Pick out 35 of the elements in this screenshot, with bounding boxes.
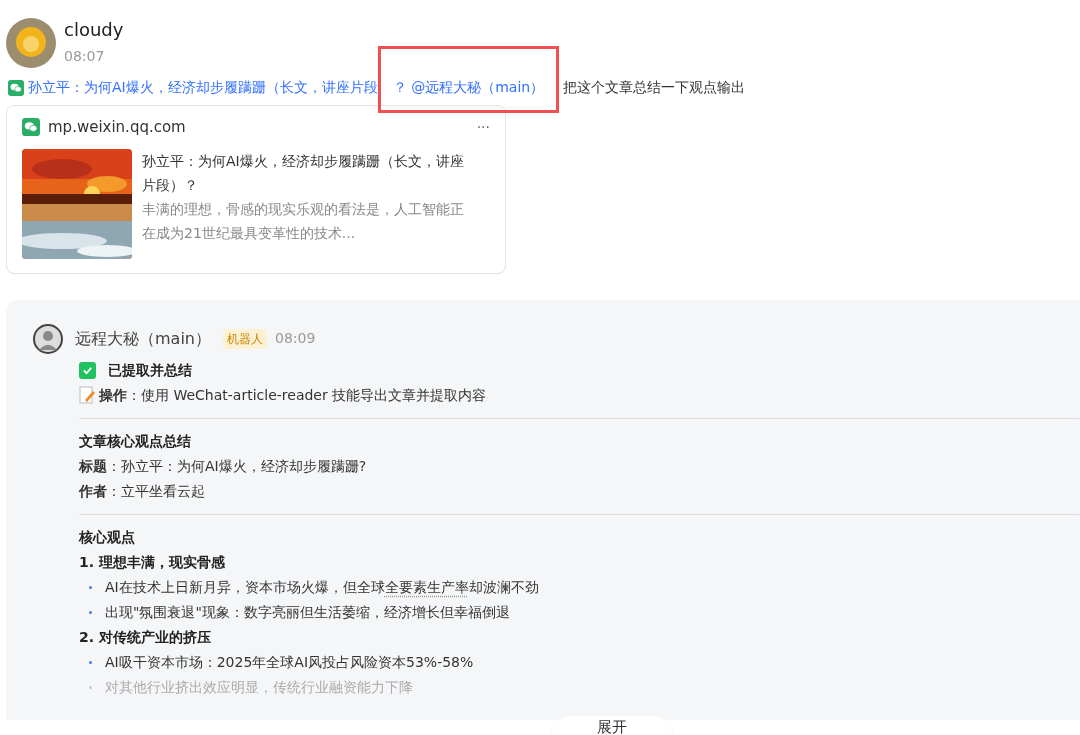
sender-name: cloudy: [64, 18, 124, 42]
card-domain: mp.weixin.qq.com: [48, 117, 186, 138]
bullet-text: 对其他行业挤出效应明显，传统行业融资能力下降: [105, 677, 413, 697]
status-text: 已提取并总结: [108, 360, 192, 380]
bullet-icon: [89, 685, 92, 689]
message-time: 08:09: [275, 329, 316, 348]
wechat-icon: [8, 79, 24, 96]
summary-field: 标题：孙立平：为何AI爆火，经济却步履蹒跚?: [79, 453, 1080, 479]
article-link[interactable]: 孙立平：为何AI爆火，经济却步履蹒跚（长文，讲座片段: [28, 77, 378, 98]
expand-button[interactable]: 展开: [552, 716, 672, 735]
bot-badge: 机器人: [223, 328, 267, 349]
card-summary: 丰满的理想，骨感的现实乐观的看法是，人工智能正在成为21世纪最具变革性的技术...: [142, 199, 465, 243]
bullet-text: AI吸干资本市场：2025年全球AI风投占风险资本53%-58%: [105, 652, 474, 672]
bullet-text: 出现"氛围衰退"现象：数字亮丽但生活萎缩，经济增长但幸福倒退: [105, 602, 510, 622]
highlight-box: ？ @远程大秘（main）: [377, 46, 560, 113]
section-heading: 2. 对传统产业的挤压: [79, 627, 212, 647]
bullet-icon: [89, 610, 92, 614]
core-title: 核心观点: [79, 527, 136, 547]
memo-icon: [79, 386, 95, 404]
card-title: 孙立平：为何AI爆火，经济却步履蹒跚（长文，讲座片段）？: [142, 151, 465, 195]
summary-title: 文章核心观点总结: [79, 431, 192, 451]
message-time: 08:07: [64, 47, 106, 66]
more-button[interactable]: ···: [476, 116, 490, 138]
bullet-icon: [89, 660, 92, 664]
bot-name: 远程大秘（main）: [75, 327, 211, 350]
avatar: [6, 18, 56, 68]
avatar: [33, 323, 63, 354]
wechat-icon: [22, 118, 40, 137]
summary-field: 作者：立平坐看云起: [79, 478, 1080, 504]
message-text: 把这个文章总结一下观点输出: [563, 78, 746, 97]
link-card[interactable]: mp.weixin.qq.com ··· 孙立平：为何AI爆火，经济却步履蹒跚（长文，讲座片段）？ 丰满的理想，骨感的现实乐观的看法是，人工智能正在成为21世纪最具变革性的技术...: [6, 105, 506, 274]
bullet-icon: [89, 585, 92, 589]
section-heading: 1. 理想丰满，现实骨感: [79, 552, 226, 572]
operation-text: 操作：使用 WeChat-article-reader 技能导出文章并提取内容: [99, 385, 487, 405]
bullet-text: AI在技术上日新月异，资本市场火爆，但全球全要素生产率却波澜不劲: [105, 577, 539, 597]
